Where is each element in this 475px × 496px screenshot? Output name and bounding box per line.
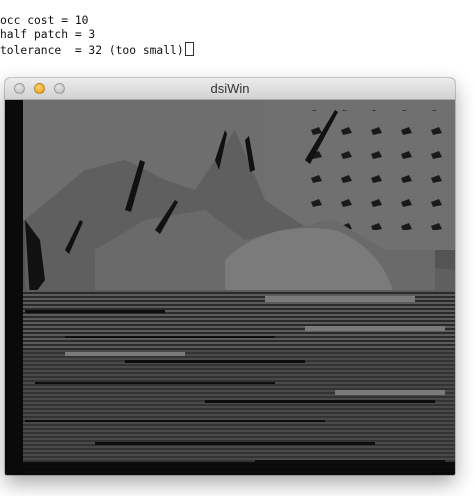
terminal-line-half-patch: half patch = 3 [0,28,96,42]
terminal-line-tolerance-text: tolerance = 32 (too small) [0,44,184,58]
disparity-image [5,100,455,475]
terminal-output: occ cost = 10 half patch = 3 tolerance =… [0,14,475,64]
window-title: dsiWin [210,81,250,96]
terminal-line-tolerance: tolerance = 32 (too small) [0,42,475,58]
window-titlebar[interactable]: dsiWin [5,78,455,100]
terminal-line-occ-cost: occ cost = 10 [0,14,89,27]
text-cursor [184,42,194,57]
dsi-window: dsiWin [5,78,455,475]
